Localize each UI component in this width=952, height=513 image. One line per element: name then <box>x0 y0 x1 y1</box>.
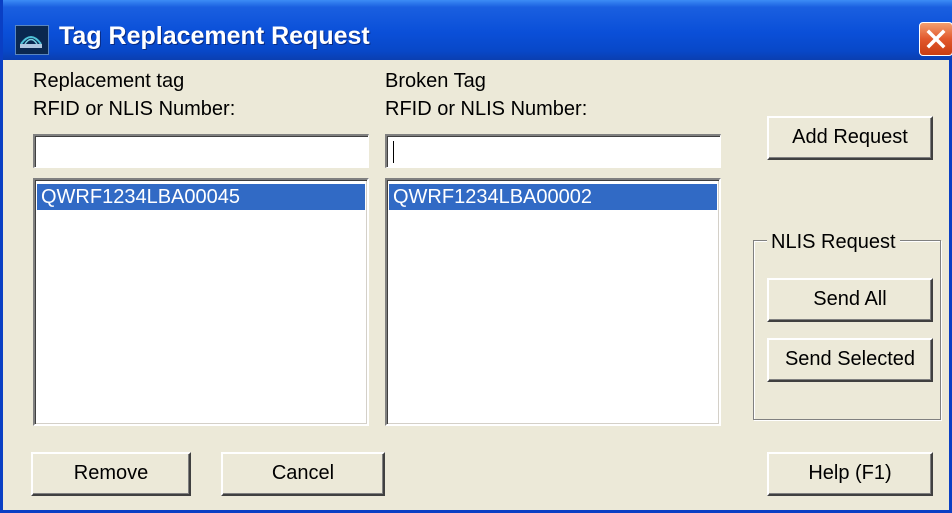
close-icon <box>926 29 946 49</box>
broken-number-label: RFID or NLIS Number: <box>385 98 588 120</box>
remove-button[interactable]: Remove <box>31 452 191 496</box>
window-title: Tag Replacement Request <box>59 22 370 50</box>
app-icon <box>15 25 49 55</box>
dialog-window: Tag Replacement Request Replacement tag … <box>0 0 952 513</box>
cancel-button[interactable]: Cancel <box>221 452 385 496</box>
add-request-button[interactable]: Add Request <box>767 116 933 160</box>
broken-tag-list[interactable]: QWRF1234LBA00002 <box>385 178 721 426</box>
title-bar[interactable]: Tag Replacement Request <box>3 0 952 60</box>
close-button[interactable] <box>919 22 952 56</box>
replacement-number-label: RFID or NLIS Number: <box>33 98 236 120</box>
text-caret <box>393 141 394 163</box>
nlis-request-group <box>753 240 941 420</box>
nlis-request-legend: NLIS Request <box>767 231 900 254</box>
help-button[interactable]: Help (F1) <box>767 452 933 496</box>
replacement-number-input[interactable] <box>33 134 369 168</box>
broken-tag-label: Broken Tag <box>385 70 486 92</box>
send-selected-button[interactable]: Send Selected <box>767 338 933 382</box>
replacement-tag-list[interactable]: QWRF1234LBA00045 <box>33 178 369 426</box>
send-all-button[interactable]: Send All <box>767 278 933 322</box>
list-item[interactable]: QWRF1234LBA00002 <box>389 184 717 210</box>
broken-number-input[interactable] <box>385 134 721 168</box>
list-item[interactable]: QWRF1234LBA00045 <box>37 184 365 210</box>
replacement-tag-label: Replacement tag <box>33 70 185 92</box>
